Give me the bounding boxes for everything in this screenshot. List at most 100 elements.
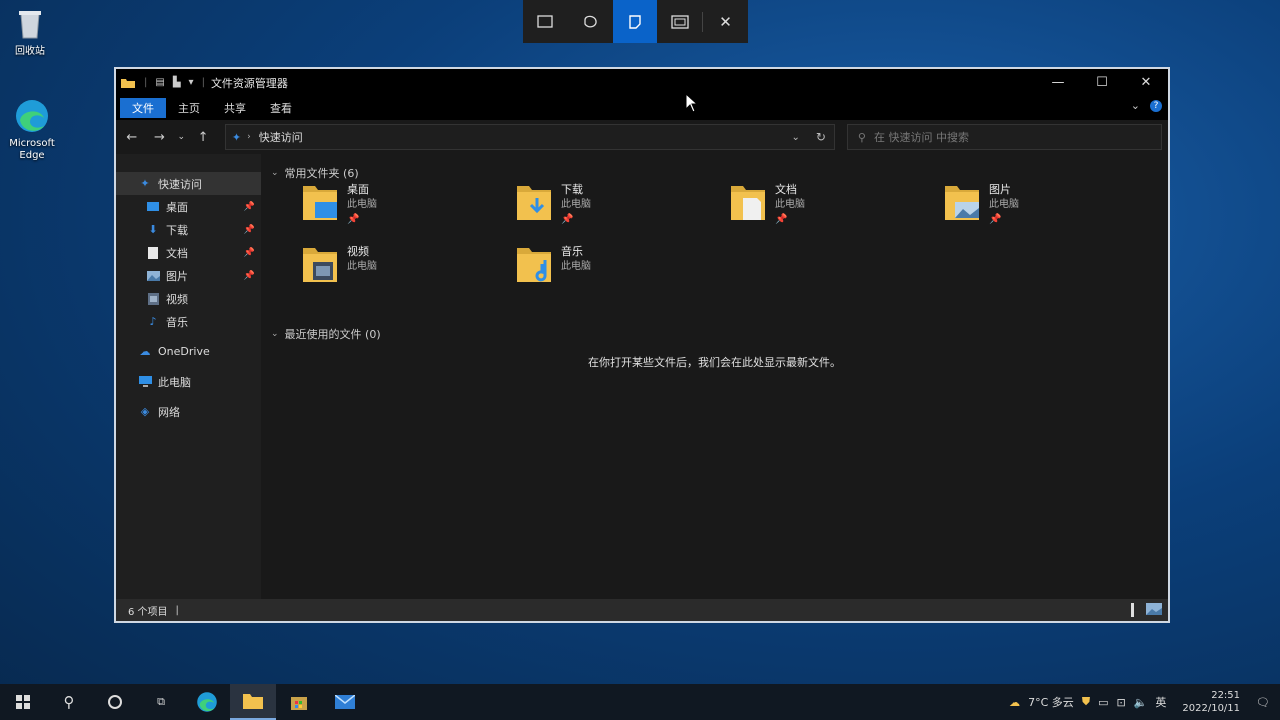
close-icon: ✕ (1140, 75, 1152, 90)
folder-tile-music[interactable]: 音乐 此电脑 (515, 244, 715, 294)
details-view-icon[interactable] (1131, 603, 1134, 617)
ribbon-tabs: 文件 主页 共享 查看 ⌄ ? (116, 96, 1168, 120)
folder-name: 图片 (989, 183, 1011, 196)
volume-icon[interactable]: 🔈 (1134, 696, 1148, 709)
folder-name: 音乐 (561, 245, 583, 258)
refresh-icon[interactable]: ↻ (816, 130, 826, 144)
weather-icon[interactable]: ☁ (1009, 696, 1020, 709)
nav-quick-access[interactable]: ✦ 快速访问 (116, 172, 261, 195)
nav-onedrive[interactable]: ☁ OneDrive (116, 340, 261, 363)
expand-ribbon-icon[interactable]: ⌄ (1131, 99, 1140, 112)
weather-text[interactable]: 7°C 多云 (1028, 694, 1074, 710)
desktop-icon-label: 回收站 (15, 46, 45, 57)
nav-music[interactable]: ♪ 音乐 (116, 310, 261, 333)
pinned-icon: 📌 (347, 214, 360, 225)
pictures-folder-icon (146, 269, 160, 283)
help-icon[interactable]: ? (1150, 99, 1162, 112)
address-dropdown-icon[interactable]: ⌄ (792, 132, 800, 143)
desktop-icon-edge[interactable]: Microsoft Edge (0, 98, 67, 162)
window-snip-button[interactable] (612, 0, 658, 43)
tab-home[interactable]: 主页 (166, 98, 212, 118)
desktop-icon-recycle-bin[interactable]: 回收站 (0, 6, 65, 58)
ime-indicator[interactable]: 英 (1155, 694, 1166, 710)
navigation-pane: ✦ 快速访问 桌面 📌 ⬇ 下载 📌 文档 📌 图片 📌 视频 ♪ 音乐 ☁ O… (116, 154, 261, 599)
documents-folder-icon (729, 182, 769, 226)
folder-location: 此电脑 (347, 199, 377, 210)
display-icon[interactable]: ⊡ (1116, 696, 1125, 709)
recycle-bin-icon (12, 6, 48, 42)
folder-location: 此电脑 (989, 199, 1019, 210)
tab-file[interactable]: 文件 (120, 98, 166, 118)
music-folder-icon: ♪ (149, 315, 157, 328)
taskbar-mail[interactable] (322, 684, 368, 720)
frequent-folders-header[interactable]: ⌄ 常用文件夹 (6) (271, 165, 359, 181)
recent-files-header[interactable]: ⌄ 最近使用的文件 (0) (271, 326, 381, 342)
search-icon: ⚲ (63, 693, 75, 711)
nav-network[interactable]: ◈ 网络 (116, 400, 261, 423)
windows-icon (16, 695, 30, 709)
breadcrumb[interactable]: 快速访问 (259, 129, 303, 145)
cortana-button[interactable] (92, 684, 138, 720)
search-input[interactable] (873, 130, 1134, 144)
system-tray: ☁ 7°C 多云 ⛊ ▭ ⊡ 🔈 英 22:51 2022/10/11 🗨 (1009, 684, 1280, 720)
search-box[interactable]: ⚲ (846, 124, 1163, 150)
folder-tile-pictures[interactable]: 图片 此电脑 📌 (943, 182, 1143, 232)
videos-folder-icon (301, 244, 341, 288)
nav-downloads[interactable]: ⬇ 下载 📌 (116, 218, 261, 241)
nav-label: 快速访问 (158, 177, 202, 191)
back-button[interactable]: ← (122, 130, 142, 145)
folder-tile-documents[interactable]: 文档 此电脑 📌 (729, 182, 929, 232)
security-icon[interactable]: ⛊ (1082, 695, 1090, 709)
new-folder-icon[interactable]: ▙ (173, 77, 181, 88)
minimize-button[interactable]: — (1036, 69, 1080, 96)
folder-icon (121, 78, 135, 88)
folder-tile-desktop[interactable]: 桌面 此电脑 📌 (301, 182, 501, 232)
start-button[interactable] (0, 684, 46, 720)
up-button[interactable]: ↑ (193, 130, 213, 145)
taskbar-file-explorer[interactable] (230, 684, 276, 720)
customize-dropdown-icon[interactable]: ▾ (189, 77, 194, 88)
tab-share[interactable]: 共享 (212, 98, 258, 118)
address-bar[interactable]: ✦ › 快速访问 ⌄ ↻ (224, 124, 835, 150)
properties-icon[interactable]: ▤ (155, 77, 164, 88)
fullscreen-snip-button[interactable] (657, 0, 702, 43)
folder-tile-videos[interactable]: 视频 此电脑 (301, 244, 501, 294)
taskbar-store[interactable] (276, 684, 322, 720)
folder-name: 视频 (347, 245, 369, 258)
cortana-icon (108, 695, 122, 709)
pinned-icon: 📌 (775, 214, 788, 225)
forward-button[interactable]: → (150, 130, 170, 145)
close-window-button[interactable]: ✕ (1124, 69, 1168, 96)
folder-location: 此电脑 (561, 199, 591, 210)
nav-label: OneDrive (158, 345, 210, 358)
minimize-icon: — (1051, 75, 1065, 90)
freeform-snip-button[interactable] (568, 0, 613, 43)
folder-tile-downloads[interactable]: 下载 此电脑 📌 (515, 182, 715, 232)
clock[interactable]: 22:51 2022/10/11 (1182, 689, 1240, 715)
rectangle-snip-icon (537, 14, 554, 28)
folder-name: 桌面 (347, 183, 369, 196)
task-view-button[interactable]: ⧉ (138, 684, 184, 720)
recent-locations-icon[interactable]: ⌄ (177, 132, 186, 142)
store-icon (291, 697, 307, 710)
snip-close-button[interactable]: ✕ (703, 0, 748, 43)
network-icon[interactable]: ▭ (1098, 696, 1108, 709)
maximize-icon: ☐ (1096, 75, 1108, 90)
rectangle-snip-button[interactable] (523, 0, 568, 43)
nav-this-pc[interactable]: 此电脑 (116, 370, 261, 393)
quick-access-toolbar: | ▤ ▙ ▾ | (120, 77, 205, 89)
edge-icon (14, 98, 50, 134)
maximize-button[interactable]: ☐ (1080, 69, 1124, 96)
notification-icon[interactable]: 🗨 (1256, 696, 1270, 709)
clock-time: 22:51 (1211, 690, 1241, 701)
nav-desktop[interactable]: 桌面 📌 (116, 195, 261, 218)
search-button[interactable]: ⚲ (46, 684, 92, 720)
title-bar: | ▤ ▙ ▾ | 文件资源管理器 — ☐ ✕ (116, 69, 1168, 96)
nav-pictures[interactable]: 图片 📌 (116, 264, 261, 287)
nav-documents[interactable]: 文档 📌 (116, 241, 261, 264)
taskbar-edge[interactable] (184, 684, 230, 720)
large-icons-view-icon[interactable] (1146, 602, 1162, 618)
tab-view[interactable]: 查看 (258, 98, 304, 118)
nav-videos[interactable]: 视频 (116, 287, 261, 310)
pinned-icon: 📌 (243, 270, 255, 281)
